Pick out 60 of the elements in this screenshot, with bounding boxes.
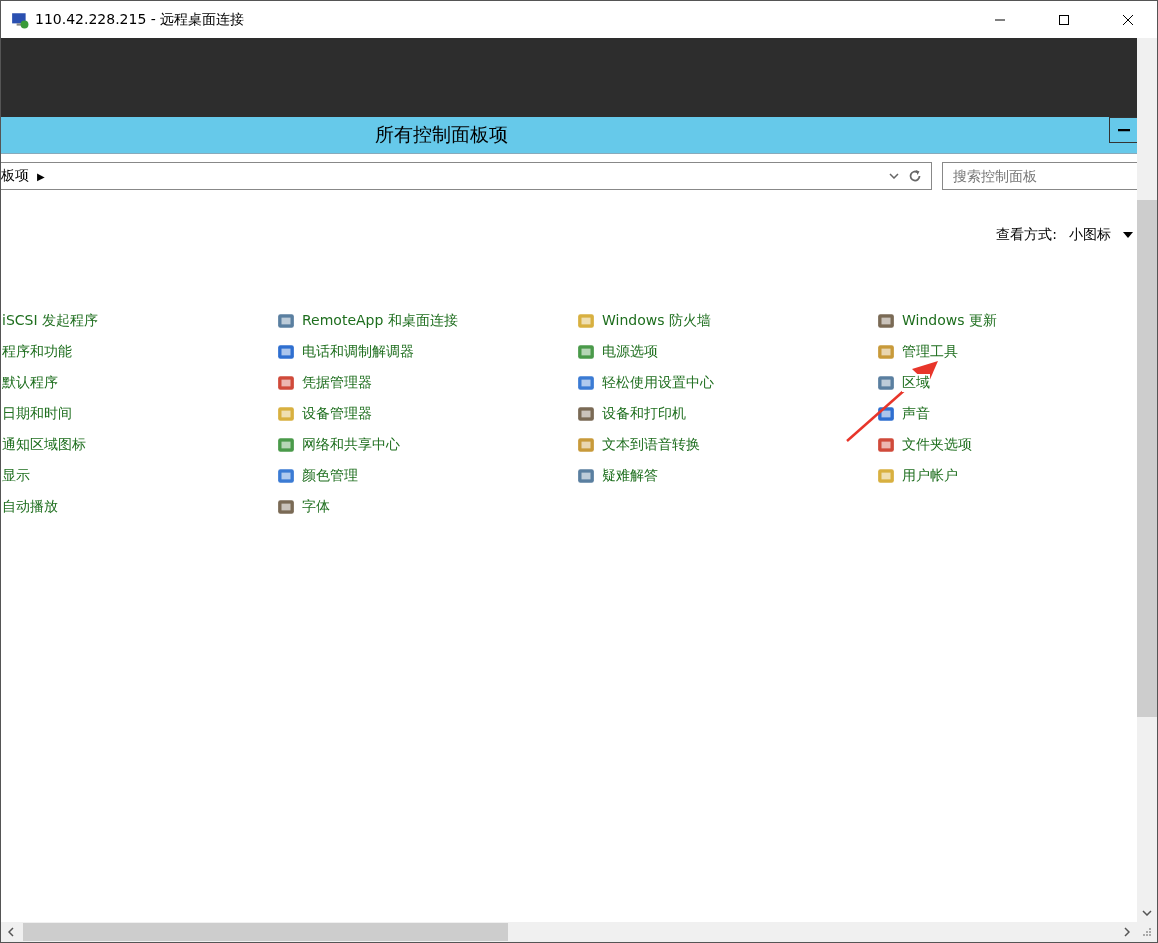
control-panel-link[interactable]: 疑难解答 bbox=[602, 467, 658, 485]
refresh-icon[interactable] bbox=[907, 168, 923, 184]
control-panel-link[interactable]: 自动播放 bbox=[2, 498, 58, 516]
control-panel-link[interactable]: RemoteApp 和桌面连接 bbox=[302, 312, 458, 330]
control-panel-link[interactable]: 电话和调制解调器 bbox=[302, 343, 414, 361]
app-icon[interactable] bbox=[577, 374, 595, 392]
horizontal-scrollbar[interactable] bbox=[1, 922, 1157, 942]
scroll-down-icon[interactable] bbox=[1142, 910, 1152, 916]
panel-title: 所有控制面板项 bbox=[375, 122, 509, 147]
search-field[interactable]: 搜索控制面板 bbox=[942, 162, 1137, 190]
control-panel-link[interactable]: 默认程序 bbox=[2, 374, 58, 392]
control-panel-link[interactable]: 区域 bbox=[902, 374, 930, 392]
minimize-icon bbox=[1115, 128, 1132, 132]
address-bar[interactable]: 板项 ▶ bbox=[1, 162, 932, 190]
app-icon[interactable] bbox=[277, 467, 295, 485]
view-by-label: 查看方式: bbox=[996, 226, 1057, 244]
control-panel-link[interactable]: 设备和打印机 bbox=[602, 405, 686, 423]
remote-desktop-icon bbox=[11, 10, 29, 29]
app-icon[interactable] bbox=[277, 498, 295, 516]
control-panel-link[interactable]: 管理工具 bbox=[902, 343, 958, 361]
dropdown-chevron-icon[interactable] bbox=[889, 173, 899, 179]
app-icon[interactable] bbox=[877, 374, 895, 392]
control-panel-link[interactable]: 颜色管理 bbox=[302, 467, 358, 485]
control-panel-link[interactable]: 通知区域图标 bbox=[2, 436, 86, 454]
scrollbar-thumb[interactable] bbox=[23, 923, 508, 941]
app-icon[interactable] bbox=[577, 467, 595, 485]
control-panel-link[interactable]: 文本到语音转换 bbox=[602, 436, 700, 454]
app-icon[interactable] bbox=[277, 374, 295, 392]
app-icon[interactable] bbox=[277, 436, 295, 454]
control-panel-link[interactable]: 用户帐户 bbox=[902, 467, 958, 485]
view-dropdown[interactable]: 小图标 bbox=[1069, 226, 1111, 244]
app-icon[interactable] bbox=[577, 343, 595, 361]
app-icon[interactable] bbox=[277, 312, 295, 330]
control-panel-link[interactable]: 日期和时间 bbox=[2, 405, 72, 423]
control-panel-link[interactable]: 凭据管理器 bbox=[302, 374, 372, 392]
control-panel-link[interactable]: Windows 更新 bbox=[902, 312, 997, 330]
vertical-scrollbar[interactable] bbox=[1137, 38, 1157, 922]
resize-grip-icon[interactable] bbox=[1142, 927, 1152, 937]
control-panel-link[interactable]: 网络和共享中心 bbox=[302, 436, 400, 454]
app-icon[interactable] bbox=[577, 405, 595, 423]
control-panel-link[interactable]: 电源选项 bbox=[602, 343, 658, 361]
breadcrumb-item[interactable]: 板项 bbox=[1, 167, 29, 185]
control-panel-link[interactable]: 轻松使用设置中心 bbox=[602, 374, 714, 392]
dropdown-arrow-icon[interactable] bbox=[1123, 232, 1133, 238]
window-title: 110.42.228.215 - 远程桌面连接 bbox=[35, 10, 246, 29]
app-icon[interactable] bbox=[877, 343, 895, 361]
control-panel-link[interactable]: Windows 防火墙 bbox=[602, 312, 711, 330]
app-icon[interactable] bbox=[877, 436, 895, 454]
control-panel-link[interactable]: 声音 bbox=[902, 405, 930, 423]
app-icon[interactable] bbox=[877, 312, 895, 330]
app-icon[interactable] bbox=[277, 343, 295, 361]
scrollbar-thumb[interactable] bbox=[1137, 200, 1157, 717]
control-panel-link[interactable]: 文件夹选项 bbox=[902, 436, 972, 454]
app-icon[interactable] bbox=[577, 436, 595, 454]
control-panel-link[interactable]: 设备管理器 bbox=[302, 405, 372, 423]
control-panel-link[interactable]: 程序和功能 bbox=[2, 343, 72, 361]
control-panel-link[interactable]: 显示 bbox=[2, 467, 30, 485]
breadcrumb-arrow[interactable]: ▶ bbox=[37, 170, 45, 182]
control-panel-link[interactable]: 字体 bbox=[302, 498, 330, 516]
control-panel-link[interactable]: iSCSI 发起程序 bbox=[2, 312, 99, 330]
